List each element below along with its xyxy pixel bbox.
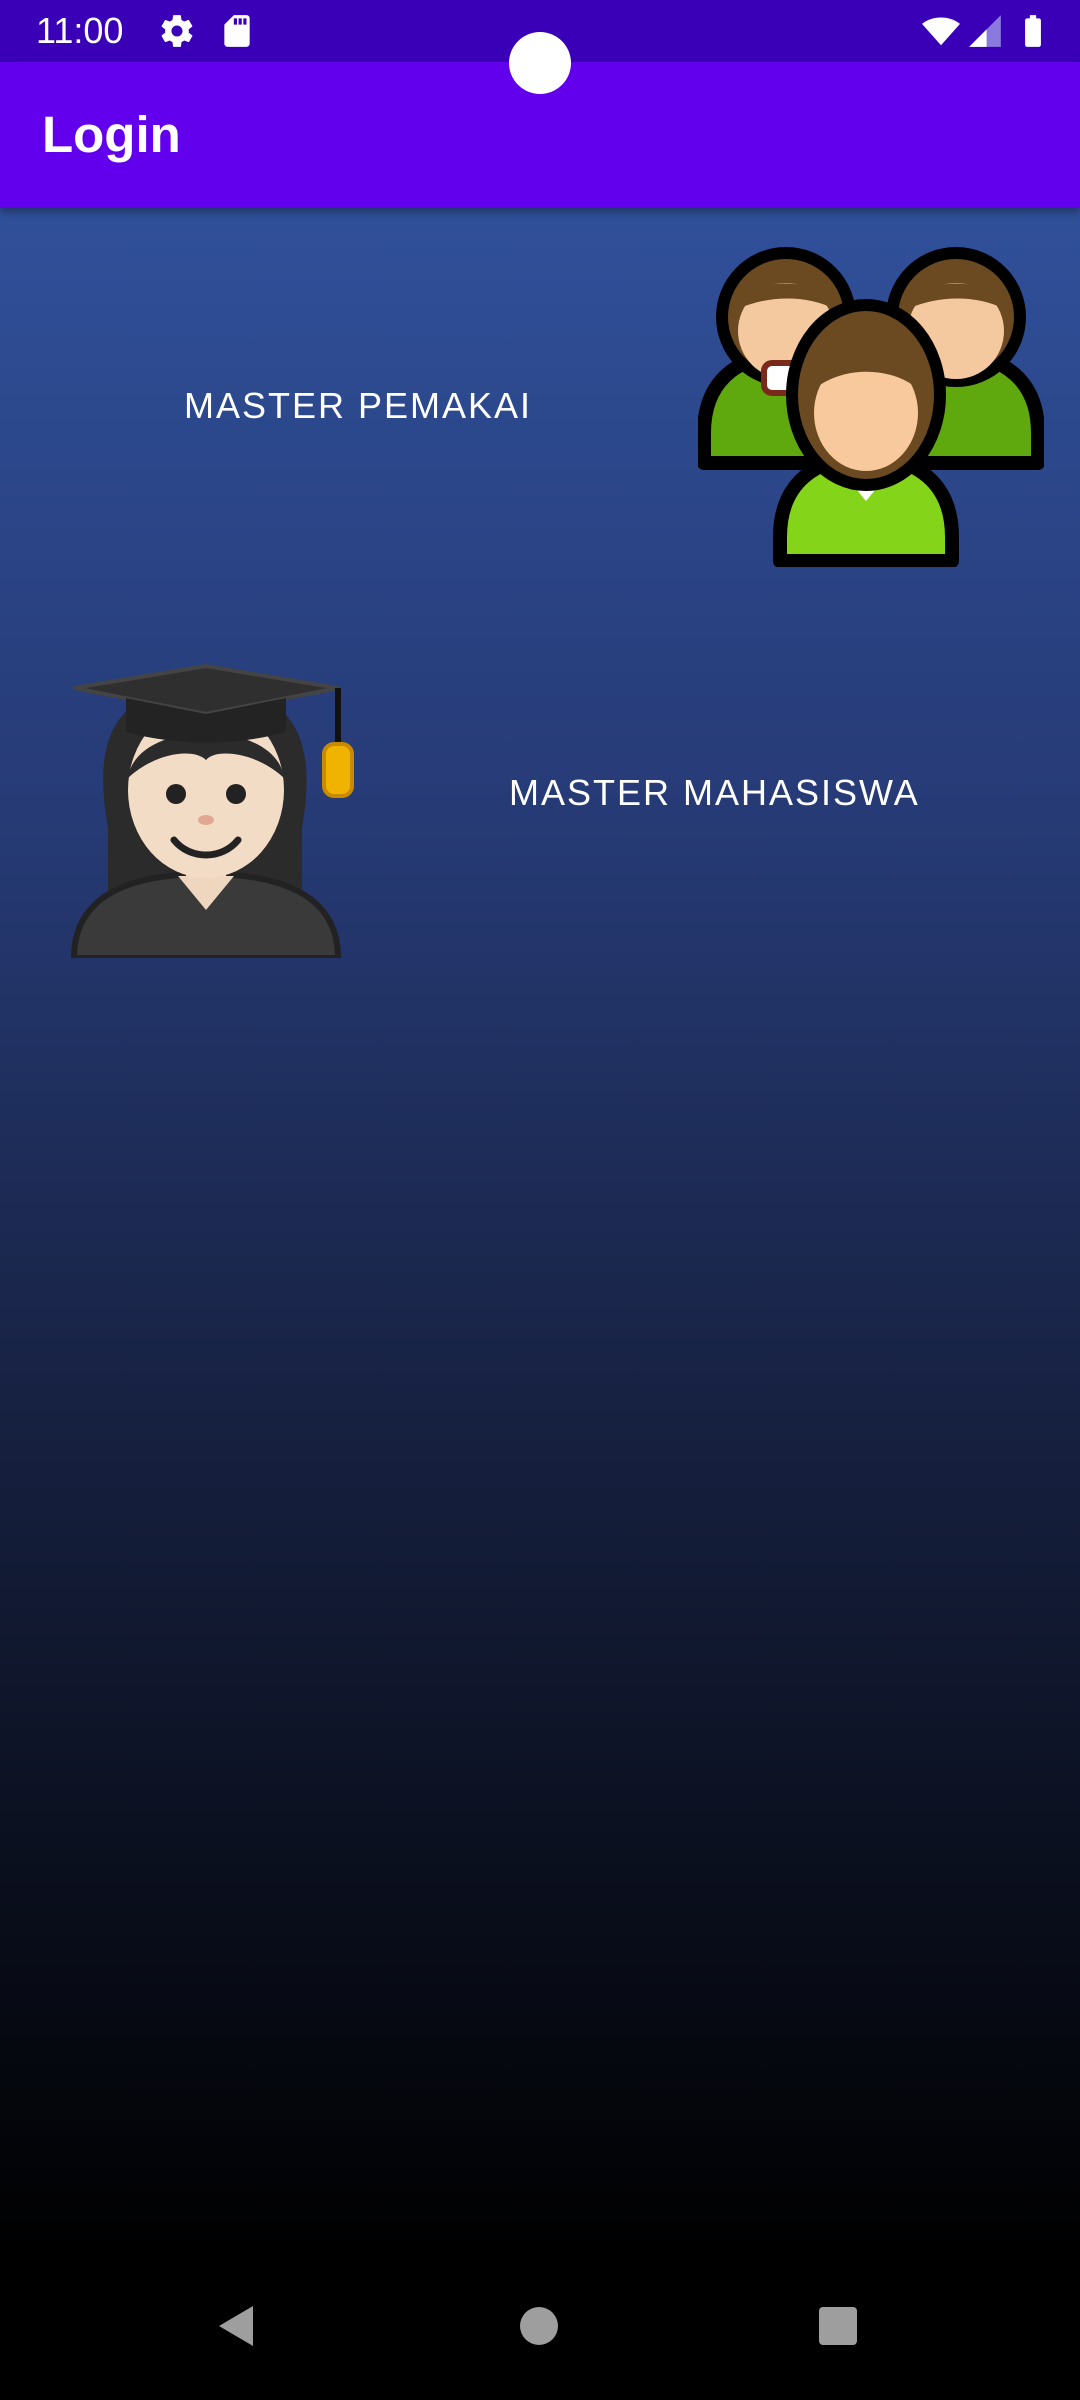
- navigation-bar: [0, 2256, 1080, 2400]
- signal-icon: [966, 12, 1004, 50]
- battery-icon: [1014, 12, 1052, 50]
- settings-icon: [158, 12, 196, 50]
- camera-cutout: [509, 32, 571, 94]
- back-icon[interactable]: [207, 2296, 267, 2356]
- master-pemakai-button[interactable]: MASTER PEMAKAI: [184, 385, 532, 427]
- users-group-icon[interactable]: [697, 245, 1045, 568]
- home-icon[interactable]: [509, 2296, 569, 2356]
- wifi-icon: [922, 12, 960, 50]
- recents-icon[interactable]: [808, 2296, 868, 2356]
- master-mahasiswa-button[interactable]: MASTER MAHASISWA: [509, 772, 920, 814]
- main-content: MASTER PEMAKAI MASTER MAHASISWA: [0, 208, 1080, 2256]
- sd-card-icon: [218, 12, 256, 50]
- page-title: Login: [42, 106, 181, 163]
- student-graduate-icon[interactable]: [66, 628, 366, 961]
- status-time: 11:00: [36, 10, 124, 51]
